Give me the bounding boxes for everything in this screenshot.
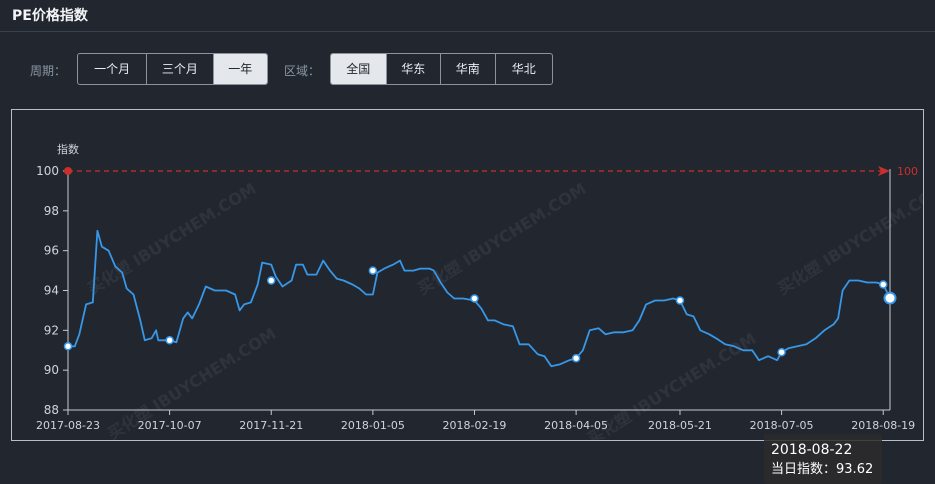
series-point xyxy=(675,296,685,305)
series-point xyxy=(571,353,581,363)
period-button-group: 一个月 三个月 一年 xyxy=(77,53,268,85)
filter-row: 周期： 一个月 三个月 一年 区域： 全国 华东 华南 华北 xyxy=(0,53,935,85)
chart-tooltip: 2018-08-22 当日指数：93.62 xyxy=(764,434,882,484)
series-point xyxy=(165,336,174,345)
region-south-china-button[interactable]: 华南 xyxy=(441,54,496,84)
reference-start-dot xyxy=(64,167,72,175)
y-tick-label: 92 xyxy=(44,323,59,337)
region-national-button[interactable]: 全国 xyxy=(331,54,387,84)
x-tick-label: 2018-07-05 xyxy=(750,419,814,432)
series-point xyxy=(63,342,73,351)
x-tick-label: 2018-04-05 xyxy=(544,419,608,432)
tooltip-value: 93.62 xyxy=(836,462,874,477)
region-button-group: 全国 华东 华南 华北 xyxy=(330,53,553,85)
x-tick-label: 2017-10-07 xyxy=(138,419,202,432)
y-tick-label: 94 xyxy=(44,284,59,298)
x-tick-label: 2018-08-19 xyxy=(851,419,915,432)
period-label: 周期： xyxy=(30,64,67,78)
x-tick-label: 2018-01-05 xyxy=(341,419,405,432)
region-north-china-button[interactable]: 华北 xyxy=(496,54,552,84)
series-point xyxy=(266,276,276,285)
series-point xyxy=(368,266,378,275)
period-one-month-button[interactable]: 一个月 xyxy=(78,54,148,84)
series-point xyxy=(777,347,786,357)
page-header: PE价格指数 xyxy=(0,0,935,32)
y-tick-label: 88 xyxy=(44,403,59,417)
y-tick-label: 90 xyxy=(44,363,59,377)
series-point xyxy=(470,294,479,303)
x-tick-label: 2017-08-23 xyxy=(36,419,100,432)
watermark-text: 买化塑 IBUYCHEM.COM xyxy=(84,179,259,298)
reference-label: 100 xyxy=(897,165,918,178)
chart-panel: 买化塑 IBUYCHEM.COM 买化塑 IBUYCHEM.COM 买化塑 IBUY… xyxy=(11,109,924,484)
period-three-months-button[interactable]: 三个月 xyxy=(147,54,214,84)
series-point xyxy=(878,280,888,289)
tooltip-value-row: 当日指数：93.62 xyxy=(771,460,882,480)
period-one-year-button[interactable]: 一年 xyxy=(213,54,267,84)
y-tick-label: 96 xyxy=(44,244,59,258)
x-tick-label: 2018-05-21 xyxy=(648,419,712,432)
region-label: 区域： xyxy=(284,64,321,78)
highlight-point xyxy=(883,291,897,305)
y-tick-label: 100 xyxy=(36,164,59,178)
y-tick-label: 98 xyxy=(44,204,59,218)
region-east-china-button[interactable]: 华东 xyxy=(387,54,442,84)
y-axis-title: 指数 xyxy=(57,142,79,156)
tooltip-date: 2018-08-22 xyxy=(771,442,853,458)
page-title: PE价格指数 xyxy=(12,8,88,24)
x-tick-label: 2018-02-19 xyxy=(443,419,507,432)
x-tick-label: 2017-11-21 xyxy=(239,419,303,432)
tooltip-label: 当日指数： xyxy=(771,462,837,477)
price-index-chart[interactable]: 买化塑 IBUYCHEM.COM 买化塑 IBUYCHEM.COM 买化塑 IBUY… xyxy=(12,110,923,440)
